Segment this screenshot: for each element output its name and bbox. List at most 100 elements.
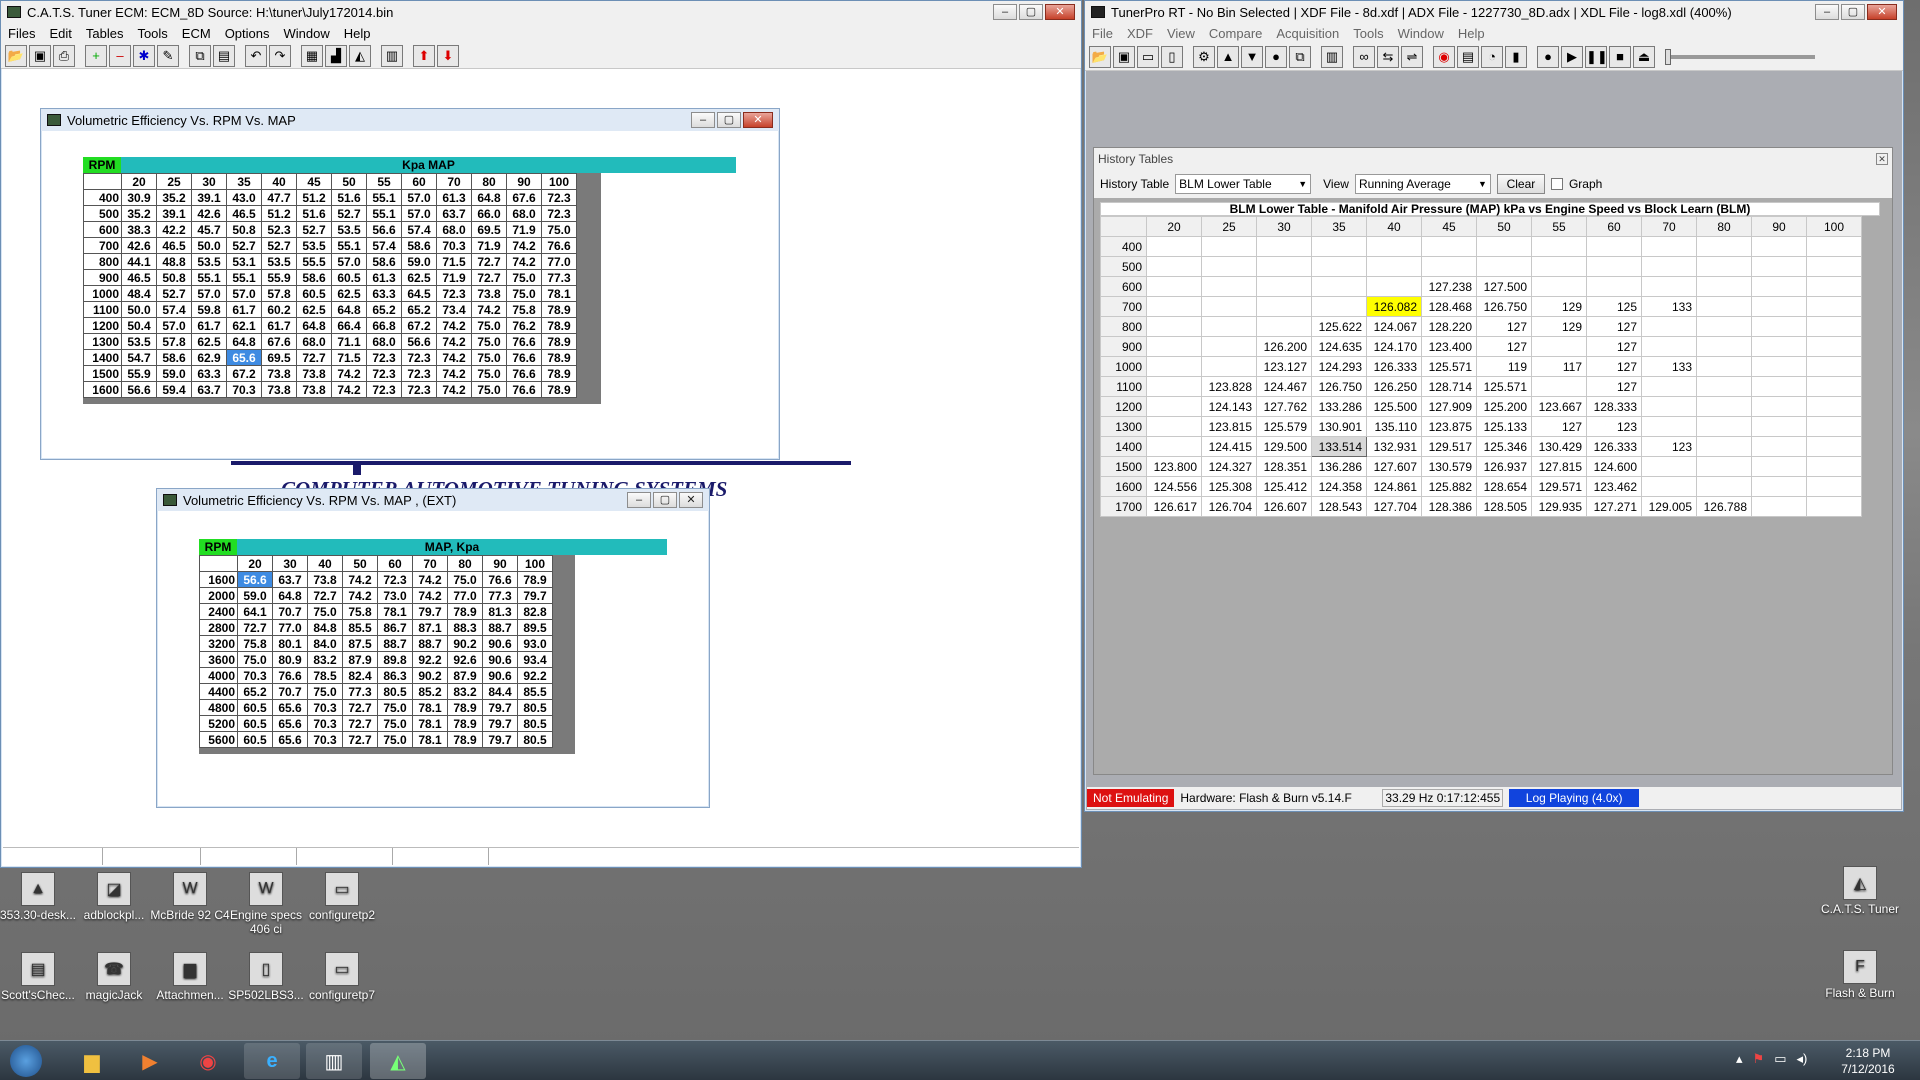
- table-cell[interactable]: 65.6: [226, 349, 262, 366]
- table-cell[interactable]: [1366, 236, 1422, 257]
- table-cell[interactable]: [1806, 456, 1862, 477]
- table-cell[interactable]: 124.467: [1256, 376, 1312, 397]
- new-icon[interactable]: ▯: [1161, 45, 1183, 68]
- flash-burn-taskbar-button[interactable]: ▥: [306, 1043, 362, 1079]
- table-cell[interactable]: [1146, 436, 1202, 457]
- graph-3d-icon[interactable]: ◭: [349, 44, 371, 67]
- table-cell[interactable]: 127: [1586, 316, 1642, 337]
- table-cell[interactable]: 123.815: [1201, 416, 1257, 437]
- table-cell[interactable]: 89.5: [517, 619, 553, 636]
- table-cell[interactable]: 82.4: [342, 667, 378, 684]
- table-cell[interactable]: 53.5: [191, 253, 227, 270]
- table-cell[interactable]: [1696, 296, 1752, 317]
- table-cell[interactable]: 129.500: [1256, 436, 1312, 457]
- table-cell[interactable]: [1421, 236, 1477, 257]
- note-icon[interactable]: ▤: [1457, 45, 1479, 68]
- record-icon[interactable]: ◉: [1433, 45, 1455, 68]
- table-cell[interactable]: 78.9: [447, 731, 483, 748]
- table-cell[interactable]: 38.3: [121, 221, 157, 238]
- table-cell[interactable]: 78.1: [412, 699, 448, 716]
- table-cell[interactable]: [1751, 336, 1807, 357]
- table-cell[interactable]: 135.110: [1366, 416, 1422, 437]
- table-cell[interactable]: 78.1: [412, 715, 448, 732]
- history-table-select[interactable]: BLM Lower Table ▼: [1175, 174, 1312, 194]
- desktop-shortcut[interactable]: ▤ Scott'sChec...: [0, 952, 80, 1002]
- menu-item[interactable]: Help: [1451, 26, 1492, 41]
- table-cell[interactable]: 78.9: [541, 365, 577, 382]
- speaker-icon[interactable]: ◂): [1796, 1051, 1807, 1067]
- close-button[interactable]: ✕: [679, 492, 703, 508]
- table-cell[interactable]: [1201, 276, 1257, 297]
- table-cell[interactable]: 127: [1586, 376, 1642, 397]
- menu-item[interactable]: Options: [218, 26, 277, 41]
- desktop-shortcut[interactable]: F Flash & Burn: [1818, 950, 1902, 1000]
- table-cell[interactable]: [1696, 436, 1752, 457]
- close-button[interactable]: ✕: [743, 112, 773, 128]
- menu-item[interactable]: XDF: [1120, 26, 1160, 41]
- table-cell[interactable]: [1751, 396, 1807, 417]
- table-cell[interactable]: 72.7: [237, 619, 273, 636]
- table-cell[interactable]: 124.358: [1311, 476, 1367, 497]
- table-cell[interactable]: 68.0: [436, 221, 472, 238]
- table-cell[interactable]: 78.1: [412, 731, 448, 748]
- table-cell[interactable]: 87.5: [342, 635, 378, 652]
- table-cell[interactable]: 56.6: [366, 221, 402, 238]
- table-cell[interactable]: [1146, 296, 1202, 317]
- copy-icon[interactable]: ⧉: [1289, 45, 1311, 68]
- table-cell[interactable]: 126.333: [1586, 436, 1642, 457]
- link-icon[interactable]: ∞: [1353, 45, 1375, 68]
- close-icon[interactable]: ✕: [1876, 153, 1888, 165]
- menu-item[interactable]: Window: [1391, 26, 1451, 41]
- table-cell[interactable]: 126.333: [1366, 356, 1422, 377]
- table-cell[interactable]: [1146, 396, 1202, 417]
- menu-item[interactable]: Edit: [42, 26, 78, 41]
- table-cell[interactable]: 75.0: [307, 603, 343, 620]
- table-cell[interactable]: 72.3: [366, 381, 402, 398]
- table-cell[interactable]: 65.6: [272, 715, 308, 732]
- compare-icon[interactable]: ⇌: [1401, 45, 1423, 68]
- table-cell[interactable]: 61.3: [436, 189, 472, 206]
- table-cell[interactable]: [1696, 376, 1752, 397]
- table-cell[interactable]: 55.9: [121, 365, 157, 382]
- table-cell[interactable]: 73.8: [296, 381, 332, 398]
- table-cell[interactable]: 67.6: [506, 189, 542, 206]
- table-cell[interactable]: [1201, 316, 1257, 337]
- table-cell[interactable]: [1531, 256, 1587, 277]
- table-cell[interactable]: 63.7: [436, 205, 472, 222]
- table-cell[interactable]: 57.0: [401, 189, 437, 206]
- table-cell[interactable]: 44.1: [121, 253, 157, 270]
- eject-icon[interactable]: ⏏: [1633, 45, 1655, 68]
- table-cell[interactable]: 30.9: [121, 189, 157, 206]
- table-cell[interactable]: [1311, 276, 1367, 297]
- table-cell[interactable]: 72.7: [471, 253, 507, 270]
- table-cell[interactable]: 78.9: [447, 603, 483, 620]
- table-cell[interactable]: 90.2: [447, 635, 483, 652]
- table-cell[interactable]: 64.8: [331, 301, 367, 318]
- tools-icon[interactable]: ⚙: [1193, 45, 1215, 68]
- table-cell[interactable]: 125.622: [1311, 316, 1367, 337]
- table-cell[interactable]: [1806, 256, 1862, 277]
- paste-icon[interactable]: ▤: [213, 44, 235, 67]
- slider-thumb[interactable]: [1665, 48, 1671, 65]
- table-cell[interactable]: 53.1: [226, 253, 262, 270]
- table-cell[interactable]: 125.579: [1256, 416, 1312, 437]
- table-cell[interactable]: 70.3: [307, 699, 343, 716]
- table-cell[interactable]: 129: [1531, 316, 1587, 337]
- table-cell[interactable]: [1256, 276, 1312, 297]
- table-cell[interactable]: 133.286: [1311, 396, 1367, 417]
- table-cell[interactable]: 75.0: [471, 365, 507, 382]
- table-cell[interactable]: 128.654: [1476, 476, 1532, 497]
- table-cell[interactable]: [1806, 316, 1862, 337]
- graph-checkbox[interactable]: [1550, 178, 1563, 190]
- table-cell[interactable]: 124.067: [1366, 316, 1422, 337]
- table-cell[interactable]: [1806, 336, 1862, 357]
- table-cell[interactable]: 87.9: [447, 667, 483, 684]
- table-cell[interactable]: 128.333: [1586, 396, 1642, 417]
- table-cell[interactable]: 127.238: [1421, 276, 1477, 297]
- table-cell[interactable]: 76.6: [541, 237, 577, 254]
- table-cell[interactable]: 51.6: [296, 205, 332, 222]
- table-cell[interactable]: 78.9: [541, 301, 577, 318]
- table-cell[interactable]: 57.4: [366, 237, 402, 254]
- monitor-icon[interactable]: ▭: [1774, 1051, 1786, 1067]
- table-cell[interactable]: 75.0: [237, 651, 273, 668]
